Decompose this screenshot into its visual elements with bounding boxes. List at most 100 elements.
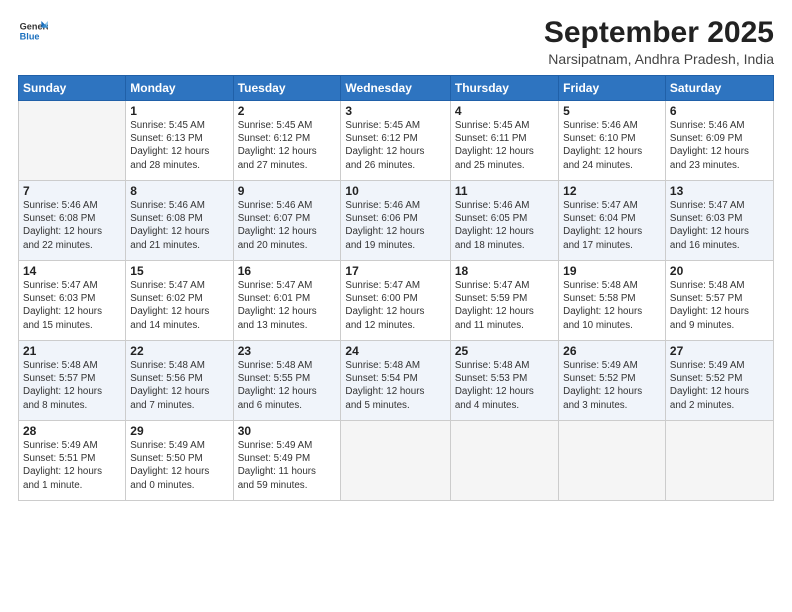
day-number: 12 (563, 184, 661, 198)
day-info: Sunrise: 5:47 AMSunset: 6:03 PMDaylight:… (23, 279, 121, 332)
day-info: Sunrise: 5:45 AMSunset: 6:12 PMDaylight:… (238, 119, 337, 172)
calendar-day-cell: 2Sunrise: 5:45 AMSunset: 6:12 PMDaylight… (233, 101, 341, 181)
calendar-day-cell (450, 421, 558, 501)
calendar-day-cell: 8Sunrise: 5:46 AMSunset: 6:08 PMDaylight… (126, 181, 233, 261)
day-number: 14 (23, 264, 121, 278)
day-info: Sunrise: 5:46 AMSunset: 6:06 PMDaylight:… (345, 199, 445, 252)
day-info: Sunrise: 5:46 AMSunset: 6:08 PMDaylight:… (23, 199, 121, 252)
calendar-header-row: SundayMondayTuesdayWednesdayThursdayFrid… (19, 76, 774, 101)
calendar-day-cell: 10Sunrise: 5:46 AMSunset: 6:06 PMDayligh… (341, 181, 450, 261)
day-number: 19 (563, 264, 661, 278)
calendar-day-cell (665, 421, 773, 501)
weekday-header: Friday (559, 76, 666, 101)
day-info: Sunrise: 5:49 AMSunset: 5:49 PMDaylight:… (238, 439, 337, 492)
page-header: General Blue September 2025 Narsipatnam,… (18, 16, 774, 67)
weekday-header: Tuesday (233, 76, 341, 101)
day-info: Sunrise: 5:45 AMSunset: 6:13 PMDaylight:… (130, 119, 228, 172)
calendar-table: SundayMondayTuesdayWednesdayThursdayFrid… (18, 75, 774, 501)
day-info: Sunrise: 5:46 AMSunset: 6:08 PMDaylight:… (130, 199, 228, 252)
day-number: 9 (238, 184, 337, 198)
day-info: Sunrise: 5:48 AMSunset: 5:56 PMDaylight:… (130, 359, 228, 412)
calendar-week-row: 1Sunrise: 5:45 AMSunset: 6:13 PMDaylight… (19, 101, 774, 181)
calendar-day-cell (19, 101, 126, 181)
calendar-day-cell: 5Sunrise: 5:46 AMSunset: 6:10 PMDaylight… (559, 101, 666, 181)
calendar-week-row: 21Sunrise: 5:48 AMSunset: 5:57 PMDayligh… (19, 341, 774, 421)
month-title: September 2025 (544, 16, 774, 49)
calendar-day-cell: 25Sunrise: 5:48 AMSunset: 5:53 PMDayligh… (450, 341, 558, 421)
calendar-day-cell (559, 421, 666, 501)
day-number: 5 (563, 104, 661, 118)
calendar-day-cell: 4Sunrise: 5:45 AMSunset: 6:11 PMDaylight… (450, 101, 558, 181)
day-info: Sunrise: 5:46 AMSunset: 6:09 PMDaylight:… (670, 119, 769, 172)
weekday-header: Thursday (450, 76, 558, 101)
day-number: 28 (23, 424, 121, 438)
weekday-header: Wednesday (341, 76, 450, 101)
day-info: Sunrise: 5:48 AMSunset: 5:58 PMDaylight:… (563, 279, 661, 332)
day-number: 22 (130, 344, 228, 358)
day-number: 27 (670, 344, 769, 358)
day-number: 29 (130, 424, 228, 438)
day-info: Sunrise: 5:47 AMSunset: 6:03 PMDaylight:… (670, 199, 769, 252)
day-info: Sunrise: 5:45 AMSunset: 6:11 PMDaylight:… (455, 119, 554, 172)
calendar-day-cell: 13Sunrise: 5:47 AMSunset: 6:03 PMDayligh… (665, 181, 773, 261)
day-number: 15 (130, 264, 228, 278)
svg-text:Blue: Blue (20, 31, 40, 41)
calendar-day-cell: 7Sunrise: 5:46 AMSunset: 6:08 PMDaylight… (19, 181, 126, 261)
calendar-day-cell: 30Sunrise: 5:49 AMSunset: 5:49 PMDayligh… (233, 421, 341, 501)
day-number: 30 (238, 424, 337, 438)
calendar-day-cell: 17Sunrise: 5:47 AMSunset: 6:00 PMDayligh… (341, 261, 450, 341)
day-number: 21 (23, 344, 121, 358)
logo: General Blue (18, 16, 48, 46)
calendar-day-cell: 26Sunrise: 5:49 AMSunset: 5:52 PMDayligh… (559, 341, 666, 421)
calendar-day-cell: 23Sunrise: 5:48 AMSunset: 5:55 PMDayligh… (233, 341, 341, 421)
day-number: 23 (238, 344, 337, 358)
calendar-day-cell: 28Sunrise: 5:49 AMSunset: 5:51 PMDayligh… (19, 421, 126, 501)
day-number: 16 (238, 264, 337, 278)
day-number: 26 (563, 344, 661, 358)
calendar-day-cell: 29Sunrise: 5:49 AMSunset: 5:50 PMDayligh… (126, 421, 233, 501)
day-info: Sunrise: 5:46 AMSunset: 6:05 PMDaylight:… (455, 199, 554, 252)
calendar-day-cell: 15Sunrise: 5:47 AMSunset: 6:02 PMDayligh… (126, 261, 233, 341)
calendar-week-row: 7Sunrise: 5:46 AMSunset: 6:08 PMDaylight… (19, 181, 774, 261)
calendar-day-cell: 6Sunrise: 5:46 AMSunset: 6:09 PMDaylight… (665, 101, 773, 181)
day-number: 6 (670, 104, 769, 118)
calendar-day-cell: 18Sunrise: 5:47 AMSunset: 5:59 PMDayligh… (450, 261, 558, 341)
day-info: Sunrise: 5:48 AMSunset: 5:57 PMDaylight:… (670, 279, 769, 332)
location-subtitle: Narsipatnam, Andhra Pradesh, India (544, 51, 774, 67)
calendar-day-cell: 1Sunrise: 5:45 AMSunset: 6:13 PMDaylight… (126, 101, 233, 181)
calendar-day-cell: 14Sunrise: 5:47 AMSunset: 6:03 PMDayligh… (19, 261, 126, 341)
calendar-day-cell: 24Sunrise: 5:48 AMSunset: 5:54 PMDayligh… (341, 341, 450, 421)
calendar-day-cell: 19Sunrise: 5:48 AMSunset: 5:58 PMDayligh… (559, 261, 666, 341)
day-number: 3 (345, 104, 445, 118)
day-info: Sunrise: 5:47 AMSunset: 5:59 PMDaylight:… (455, 279, 554, 332)
day-info: Sunrise: 5:47 AMSunset: 6:01 PMDaylight:… (238, 279, 337, 332)
day-number: 17 (345, 264, 445, 278)
day-number: 8 (130, 184, 228, 198)
day-info: Sunrise: 5:47 AMSunset: 6:02 PMDaylight:… (130, 279, 228, 332)
calendar-day-cell (341, 421, 450, 501)
day-number: 25 (455, 344, 554, 358)
calendar-day-cell: 20Sunrise: 5:48 AMSunset: 5:57 PMDayligh… (665, 261, 773, 341)
day-number: 18 (455, 264, 554, 278)
day-info: Sunrise: 5:48 AMSunset: 5:57 PMDaylight:… (23, 359, 121, 412)
day-info: Sunrise: 5:47 AMSunset: 6:04 PMDaylight:… (563, 199, 661, 252)
calendar-week-row: 28Sunrise: 5:49 AMSunset: 5:51 PMDayligh… (19, 421, 774, 501)
day-info: Sunrise: 5:47 AMSunset: 6:00 PMDaylight:… (345, 279, 445, 332)
calendar-day-cell: 21Sunrise: 5:48 AMSunset: 5:57 PMDayligh… (19, 341, 126, 421)
calendar-day-cell: 3Sunrise: 5:45 AMSunset: 6:12 PMDaylight… (341, 101, 450, 181)
day-info: Sunrise: 5:49 AMSunset: 5:50 PMDaylight:… (130, 439, 228, 492)
day-number: 2 (238, 104, 337, 118)
day-number: 10 (345, 184, 445, 198)
weekday-header: Saturday (665, 76, 773, 101)
day-number: 11 (455, 184, 554, 198)
day-info: Sunrise: 5:48 AMSunset: 5:53 PMDaylight:… (455, 359, 554, 412)
calendar-day-cell: 16Sunrise: 5:47 AMSunset: 6:01 PMDayligh… (233, 261, 341, 341)
calendar-day-cell: 11Sunrise: 5:46 AMSunset: 6:05 PMDayligh… (450, 181, 558, 261)
weekday-header: Sunday (19, 76, 126, 101)
day-number: 1 (130, 104, 228, 118)
day-number: 4 (455, 104, 554, 118)
day-info: Sunrise: 5:49 AMSunset: 5:51 PMDaylight:… (23, 439, 121, 492)
day-info: Sunrise: 5:46 AMSunset: 6:07 PMDaylight:… (238, 199, 337, 252)
day-number: 13 (670, 184, 769, 198)
calendar-day-cell: 12Sunrise: 5:47 AMSunset: 6:04 PMDayligh… (559, 181, 666, 261)
